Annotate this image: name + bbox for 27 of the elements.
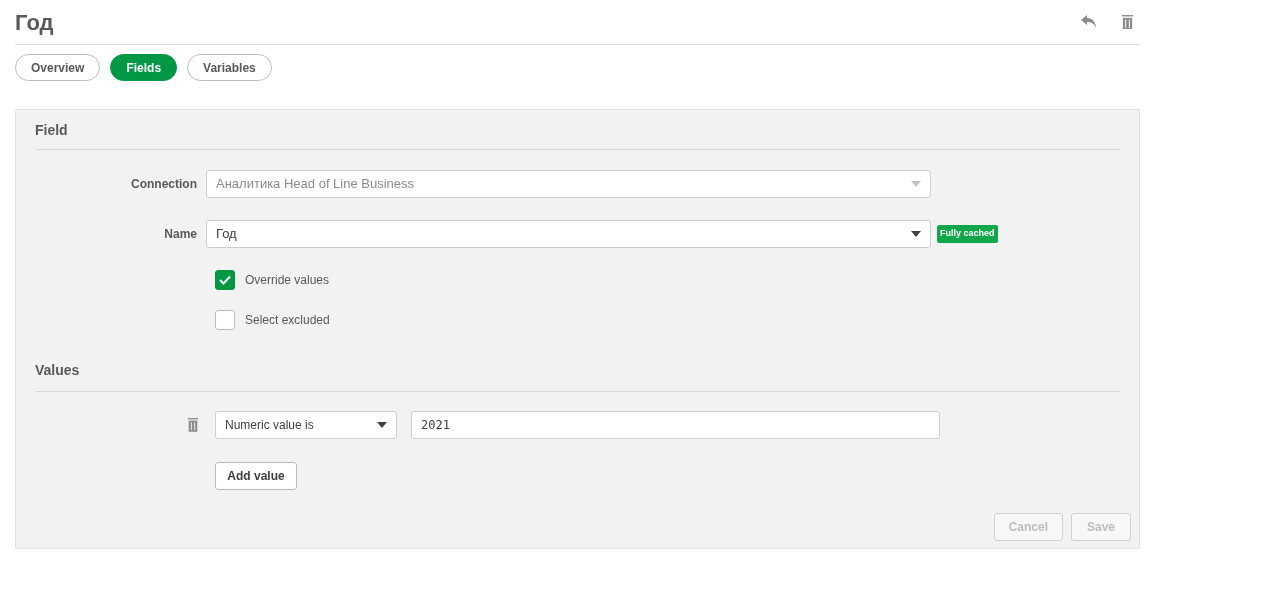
checkbox[interactable] xyxy=(215,310,235,330)
undo-icon[interactable] xyxy=(1081,15,1097,29)
section-heading: Field xyxy=(35,121,69,140)
dropdown-field[interactable]: Год xyxy=(206,220,931,248)
checkbox-label: Select excluded xyxy=(245,312,330,329)
dropdown-value: Аналитика Head of Line Business xyxy=(216,175,415,194)
trash-icon[interactable] xyxy=(1121,14,1134,30)
page-title: Год xyxy=(15,8,54,37)
field-label: Name xyxy=(163,226,198,243)
tab[interactable]: Overview xyxy=(15,54,101,81)
caret-icon xyxy=(911,181,921,187)
tab[interactable]: Fields xyxy=(110,54,178,81)
dropdown-value: Numeric value is xyxy=(225,417,314,434)
caret-icon xyxy=(377,422,387,428)
trash-icon[interactable] xyxy=(187,418,199,432)
field-label: Connection xyxy=(130,176,198,193)
status-badge: Fully cached xyxy=(937,225,998,243)
dropdown-value: Год xyxy=(216,225,237,244)
condition-dropdown[interactable]: Numeric value is xyxy=(215,411,397,439)
section-heading: Values xyxy=(35,361,81,380)
checkbox[interactable] xyxy=(215,270,235,290)
tab[interactable]: Variables xyxy=(187,54,272,81)
caret-icon xyxy=(911,231,921,237)
add-value-button[interactable]: Add value xyxy=(215,462,297,490)
value-input[interactable]: 2021 xyxy=(411,411,940,439)
checkmark-icon xyxy=(219,275,231,285)
checkbox-label: Override values xyxy=(245,272,330,289)
